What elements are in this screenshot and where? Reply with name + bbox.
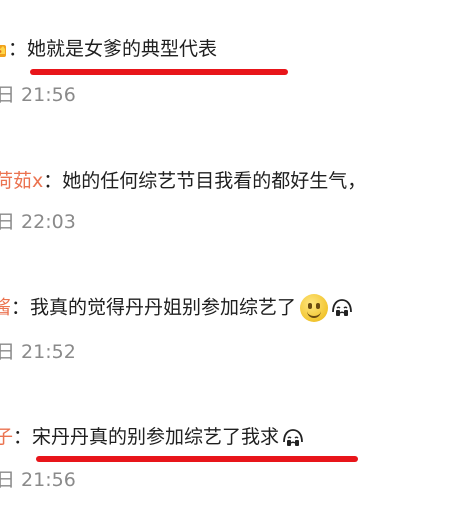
comment-text: 她的任何综艺节目我看的都好生气， bbox=[62, 170, 367, 192]
comment-timestamp: 日 22:03 bbox=[0, 211, 76, 233]
comment-username[interactable]: 酱 bbox=[0, 297, 11, 319]
comment-timestamp: 日 21:52 bbox=[0, 341, 76, 363]
comment-timestamp: 日 21:56 bbox=[0, 469, 76, 491]
crying-face-icon bbox=[332, 299, 352, 316]
comment-text: 我真的觉得丹丹姐别参加综艺了 bbox=[30, 296, 297, 319]
comment-line: ：她就是女爹的典型代表 bbox=[0, 36, 217, 62]
highlight-underline bbox=[36, 456, 358, 462]
comment-separator: ： bbox=[13, 426, 33, 448]
smile-icon bbox=[300, 294, 329, 322]
comment-line: 酱：我真的觉得丹丹姐别参加综艺了 bbox=[0, 294, 353, 322]
comment-line: 子：宋丹丹真的别参加综艺了我求 bbox=[0, 424, 304, 450]
comment-username[interactable]: 子 bbox=[0, 426, 13, 448]
highlight-underline bbox=[30, 69, 288, 75]
comment-text: 宋丹丹真的别参加综艺了我求 bbox=[32, 426, 280, 448]
comment-timestamp: 日 21:56 bbox=[0, 84, 76, 106]
crying-face-icon bbox=[283, 428, 303, 446]
comment-separator: ： bbox=[8, 38, 28, 60]
comment-separator: ： bbox=[11, 296, 31, 319]
comment-text: 她就是女爹的典型代表 bbox=[27, 38, 218, 60]
comment-username[interactable]: 荷茹x bbox=[0, 170, 43, 192]
crown-icon bbox=[0, 44, 6, 57]
comment-separator: ： bbox=[43, 170, 63, 192]
comment-line: 荷茹x：她的任何综艺节目我看的都好生气， bbox=[0, 168, 366, 194]
